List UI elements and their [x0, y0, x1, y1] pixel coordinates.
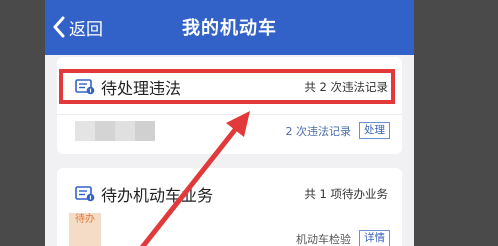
annotation-arrow — [139, 111, 250, 246]
